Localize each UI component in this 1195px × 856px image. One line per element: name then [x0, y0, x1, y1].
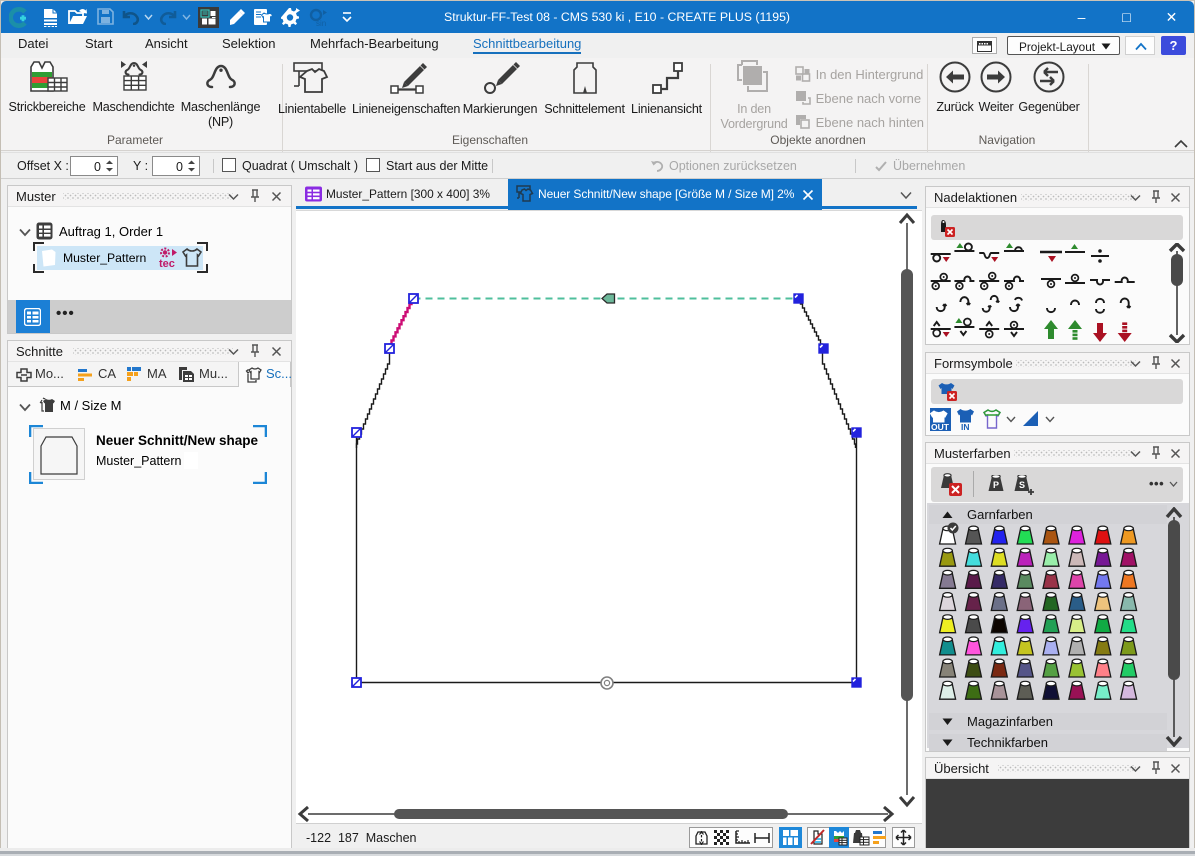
svg-text:sin: sin — [316, 19, 326, 28]
svg-text:OUT: OUT — [931, 422, 950, 431]
svg-text:IN: IN — [961, 422, 970, 431]
